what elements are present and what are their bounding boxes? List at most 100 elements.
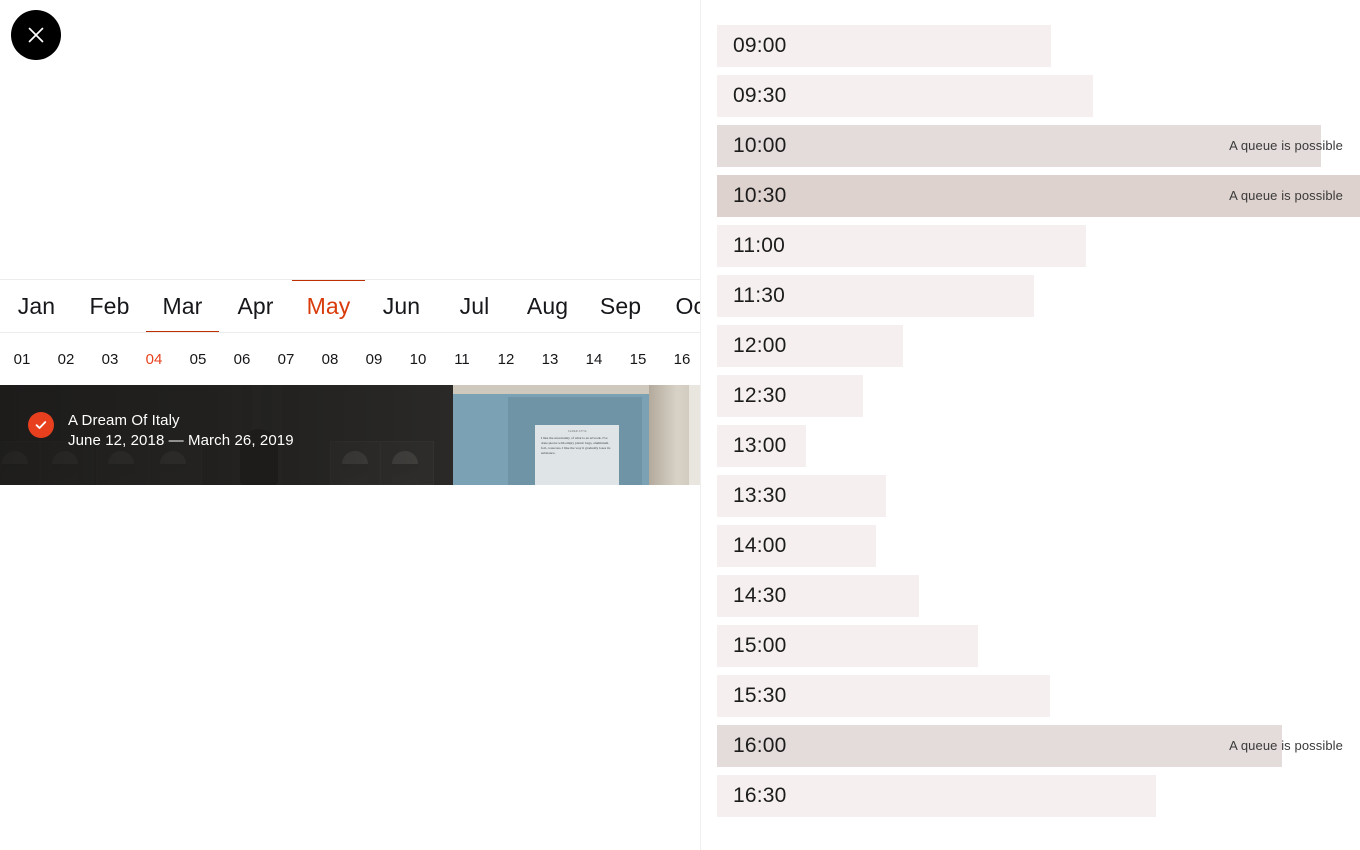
month-tab-label: May [306,292,351,319]
day-cell-11[interactable]: 11 [440,334,484,384]
artwork-wall-label: KADER ATTIA I like the uncertainty of wh… [535,425,619,485]
queue-warning-label: A queue is possible [1229,188,1343,203]
day-cell-16[interactable]: 16 [660,334,700,384]
exhibition-photo-wall-side: KADER ATTIA I like the uncertainty of wh… [453,385,700,485]
day-cell-label: 11 [454,350,470,368]
day-number-bar[interactable]: 01 02 03 04 05 06 07 08 09 10 11 12 13 14 15 16 [0,334,700,384]
close-button[interactable] [11,10,61,60]
time-slot-label: 14:00 [733,534,787,557]
day-cell-15[interactable]: 15 [616,334,660,384]
day-cell-03[interactable]: 03 [88,334,132,384]
month-tab-label: Apr [237,292,274,319]
time-slot-label: 10:00 [733,134,787,157]
time-slot-row[interactable]: 16:30 [717,775,1156,817]
time-slot-label: 15:00 [733,634,787,657]
day-cell-08[interactable]: 08 [308,334,352,384]
day-cell-label: 16 [673,350,691,368]
month-tab-label: Feb [89,292,130,319]
day-cell-label: 04 [145,350,163,368]
month-tab-label: Oct [675,292,700,319]
exhibition-card-info: A Dream Of Italy June 12, 2018 — March 2… [28,411,294,451]
month-tab-jul[interactable]: Jul [438,280,511,332]
time-slot-label: 15:30 [733,684,787,707]
month-tab-mar[interactable]: Mar [146,280,219,332]
day-cell-label: 15 [629,350,647,368]
wall-label-quote: I like the uncertainty of what is an art… [541,436,611,456]
queue-warning-label: A queue is possible [1229,738,1343,753]
time-slot-label: 16:30 [733,784,787,807]
time-slot-label: 11:30 [733,284,785,307]
month-tab-feb[interactable]: Feb [73,280,146,332]
month-tab-jun[interactable]: Jun [365,280,438,332]
day-cell-label: 02 [57,350,75,368]
time-slot-row[interactable]: 13:00 [717,425,806,467]
month-tab-aug[interactable]: Aug [511,280,584,332]
time-slot-label: 09:00 [733,34,787,57]
day-cell-10[interactable]: 10 [396,334,440,384]
time-slot-label: 10:30 [733,184,787,207]
month-tab-oct[interactable]: Oct [657,280,700,332]
time-slot-row[interactable]: 09:30 [717,75,1093,117]
month-tab-sep[interactable]: Sep [584,280,657,332]
day-cell-04[interactable]: 04 [132,334,176,384]
day-cell-06[interactable]: 06 [220,334,264,384]
day-cell-09[interactable]: 09 [352,334,396,384]
day-cell-13[interactable]: 13 [528,334,572,384]
time-slot-label: 11:00 [733,234,785,257]
time-slot-label: 13:00 [733,434,787,457]
time-slot-row[interactable]: 15:00 [717,625,978,667]
month-tab-label: Mar [162,292,203,319]
time-slot-row[interactable]: 12:00 [717,325,903,367]
day-cell-label: 10 [409,350,427,368]
time-slot-row[interactable]: 09:00 [717,25,1051,67]
time-slot-row[interactable]: 11:00 [717,225,1086,267]
day-cell-label: 13 [541,350,559,368]
queue-warning-label: A queue is possible [1229,138,1343,153]
time-slot-row[interactable]: 13:30 [717,475,886,517]
month-tab-may[interactable]: May [292,280,365,332]
time-slot-row[interactable]: 11:30 [717,275,1034,317]
month-tab-apr[interactable]: Apr [219,280,292,332]
day-cell-label: 12 [497,350,515,368]
time-slot-row[interactable]: 15:30 [717,675,1050,717]
time-slot-label: 14:30 [733,584,787,607]
day-cell-02[interactable]: 02 [44,334,88,384]
time-slot-row[interactable]: 12:30 [717,375,863,417]
month-tab-label: Jul [459,292,490,319]
month-tab-jan[interactable]: Jan [0,280,73,332]
time-slot-row[interactable]: 14:00 [717,525,876,567]
left-panel: JanFebMarAprMayJunJulAugSepOct 010203040… [0,0,700,850]
day-cell-12[interactable]: 12 [484,334,528,384]
day-cell-label: 08 [321,350,339,368]
close-icon [25,24,47,46]
day-cell-label: 03 [101,350,119,368]
time-slot-label: 12:30 [733,384,787,407]
booking-time-picker-screen: JanFebMarAprMayJunJulAugSepOct 010203040… [0,0,1360,850]
month-tab-label: Sep [599,292,642,319]
time-slot-row[interactable]: 16:00 [717,725,1282,767]
day-cell-01[interactable]: 01 [0,334,44,384]
exhibition-title: A Dream Of Italy [68,412,180,429]
time-slots-panel[interactable]: 09:00 09:30 10:00 A queue is possible 10:30 A… [700,0,1360,850]
exhibition-card[interactable]: KADER ATTIA I like the uncertainty of wh… [0,385,700,485]
day-cell-label: 07 [277,350,295,368]
month-tab-label: Jan [17,292,56,319]
month-tab-label: Aug [526,292,569,319]
time-slot-label: 09:30 [733,84,787,107]
day-cell-label: 05 [189,350,207,368]
wall-label-artist: KADER ATTIA [568,430,587,433]
day-cell-07[interactable]: 07 [264,334,308,384]
time-slot-row[interactable]: 14:30 [717,575,919,617]
check-icon [28,412,54,438]
day-cell-label: 14 [585,350,603,368]
day-cell-14[interactable]: 14 [572,334,616,384]
time-slot-label: 16:00 [733,734,787,757]
day-cell-label: 01 [13,350,31,368]
month-tab-label: Jun [382,292,421,319]
exhibition-dates: June 12, 2018 — March 26, 2019 [68,432,294,449]
day-cell-05[interactable]: 05 [176,334,220,384]
time-slot-label: 12:00 [733,334,787,357]
day-cell-label: 06 [233,350,251,368]
day-cell-label: 09 [365,350,383,368]
month-tab-bar[interactable]: Jan Feb Mar Apr May Jun Jul Aug Sep Oct [0,279,700,333]
